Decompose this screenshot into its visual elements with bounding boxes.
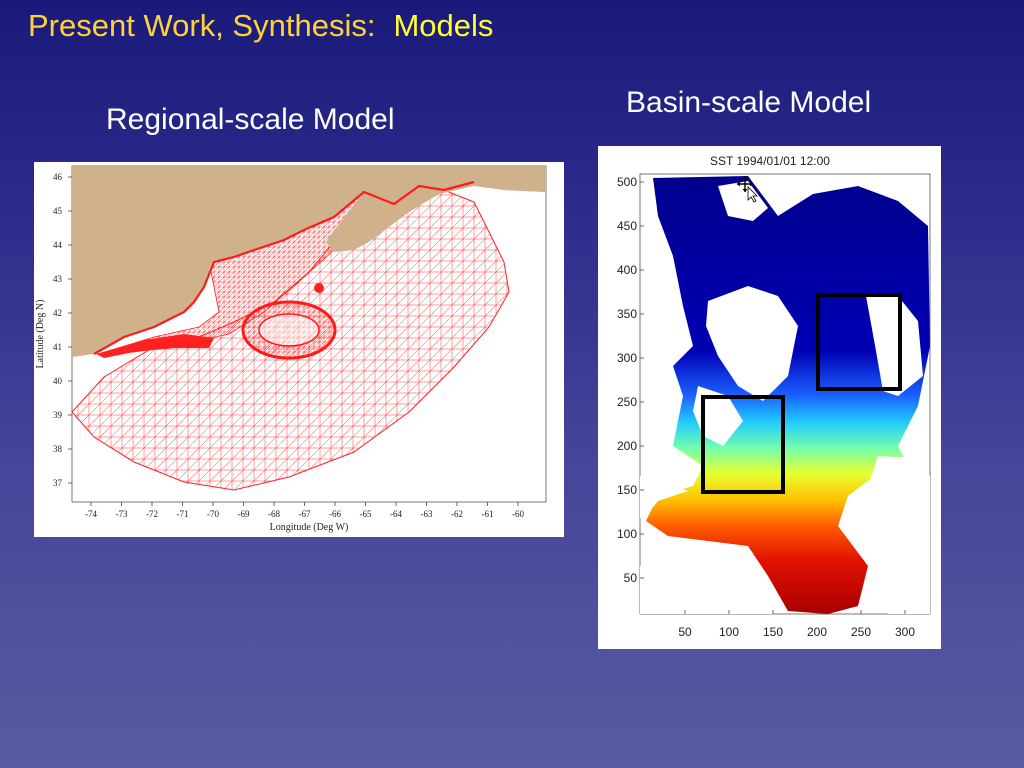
regional-x-tick-label: -64 [390,509,402,519]
basin-model-label: Basin-scale Model [626,86,872,119]
regional-y-tick-label: 45 [53,206,63,216]
basin-y-tick-label: 50 [624,571,638,585]
regional-mesh-plot: -74 -73 -72 -71 -70 -69 -68 -67 -66 -65 -64 -63 -62 -… [53,165,547,519]
basin-x-tick-label: 200 [807,625,827,639]
basin-sst-plot: SST 1994/01/01 12:00 50 100 150 200 250 300 50… [617,154,931,639]
regional-y-tick-label: 41 [53,342,62,352]
regional-x-tick-label: -63 [421,509,433,519]
regional-x-tick-label: -72 [146,509,158,519]
slide-title-accent: Models [393,8,494,43]
regional-x-tick-label: -69 [238,509,250,519]
georges-bank-inner [258,313,320,347]
basin-x-tick-label: 50 [678,625,692,639]
regional-x-tick-label: -61 [482,509,494,519]
regional-y-tick-label: 37 [53,478,63,488]
basin-x-tick-label: 100 [719,625,739,639]
regional-y-tick-label: 42 [53,308,62,318]
slide-title: Present Work, Synthesis: Models [28,8,493,44]
regional-x-tick-label: -66 [329,509,341,519]
regional-y-tick-label: 43 [53,274,63,284]
basin-y-tick-label: 100 [617,527,637,541]
basin-y-tick-label: 500 [617,175,637,189]
mesh-hotspot [314,283,324,293]
basin-y-tick-label: 250 [617,395,637,409]
regional-y-tick-label: 39 [53,410,63,420]
regional-x-tick-label: -68 [268,509,280,519]
basin-x-tick-label: 300 [895,625,915,639]
regional-y-tick-label: 46 [53,172,63,182]
regional-x-tick-label: -73 [116,509,128,519]
basin-y-tick-label: 450 [617,219,637,233]
regional-y-tick-label: 38 [53,444,63,454]
basin-model-figure: SST 1994/01/01 12:00 50 100 150 200 250 300 50… [598,146,941,649]
regional-x-tick-label: -74 [85,509,97,519]
regional-y-tick-label: 44 [53,240,63,250]
regional-x-tick-label: -65 [360,509,372,519]
basin-y-tick-label: 350 [617,307,637,321]
regional-model-figure: -74 -73 -72 -71 -70 -69 -68 -67 -66 -65 -64 -63 -62 -… [34,162,564,537]
regional-x-tick-label: -67 [299,509,311,519]
sst-plot-title: SST 1994/01/01 12:00 [710,154,830,168]
basin-x-tick-label: 250 [851,625,871,639]
basin-y-tick-label: 200 [617,439,637,453]
regional-x-tick-label: -71 [177,509,189,519]
basin-y-tick-label: 150 [617,483,637,497]
basin-x-tick-label: 150 [763,625,783,639]
basin-y-tick-label: 400 [617,263,637,277]
regional-x-tick-label: -62 [451,509,463,519]
regional-y-tick-label: 40 [53,376,63,386]
basin-y-tick-label: 300 [617,351,637,365]
slide-title-main: Present Work, Synthesis: [28,8,376,43]
regional-x-tick-label: -60 [512,509,524,519]
regional-model-label: Regional-scale Model [106,103,395,136]
regional-x-tick-label: -70 [207,509,219,519]
